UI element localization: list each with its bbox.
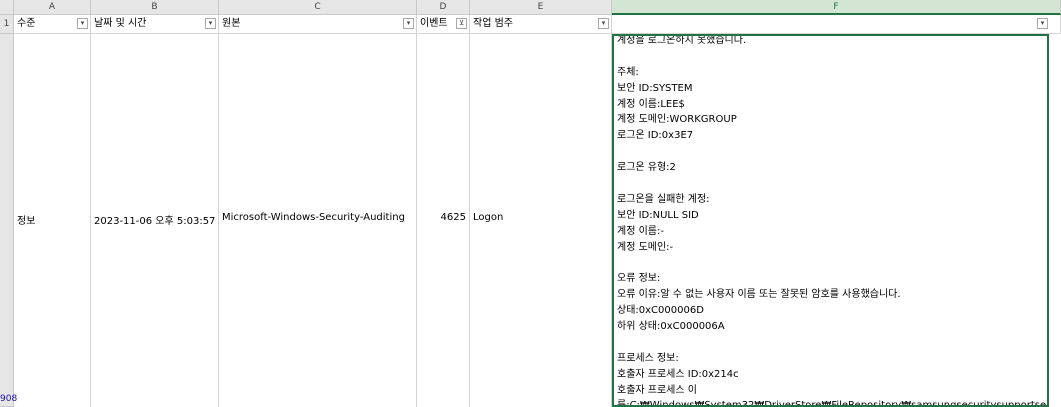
detail-line: 로그온을 실패한 계정:: [617, 193, 710, 205]
select-all-corner[interactable]: [0, 0, 14, 15]
cell-event-id[interactable]: 4625: [417, 34, 470, 407]
cell-source[interactable]: Microsoft-Windows-Security-Auditing: [219, 34, 417, 407]
detail-line: 보안 ID:NULL SID: [617, 209, 699, 221]
detail-line: 계정 도메인:WORKGROUP: [617, 114, 737, 126]
detail-line: 상태:0xC000006D: [617, 305, 704, 317]
header-cell-level[interactable]: 수준 ▾: [14, 15, 91, 34]
column-header-d[interactable]: D: [417, 0, 470, 15]
detail-line: [617, 176, 1037, 192]
header-cell-detail[interactable]: ▾: [612, 15, 1061, 34]
cell-text: Microsoft-Windows-Security-Auditing: [222, 212, 405, 223]
detail-line: 름:C:₩Windows₩System32₩DriverStore₩FileRe…: [617, 400, 1047, 407]
chevron-down-icon[interactable]: ▾: [1037, 18, 1048, 29]
detail-line: 로그온 ID:0x3E7: [617, 130, 694, 142]
chevron-down-icon[interactable]: ▾: [403, 18, 414, 29]
header-label: 날짜 및 시간: [94, 18, 147, 29]
cell-text: 정보: [17, 216, 36, 227]
header-cell-datetime[interactable]: 날짜 및 시간 ▾: [91, 15, 219, 34]
header-cell-category[interactable]: 작업 범주 ▾: [470, 15, 612, 34]
detail-line: [617, 255, 1037, 271]
detail-line: 프로세스 정보:: [617, 352, 679, 364]
detail-line: [617, 49, 1037, 65]
detail-line: 오류 정보:: [617, 273, 661, 285]
cell-text: 2023-11-06 오후 5:03:57: [94, 216, 216, 227]
detail-line: 하위 상태:0xC000006A: [617, 321, 725, 333]
detail-line: 계정을 로그온하지 못했습니다.: [617, 35, 747, 46]
cell-text: 4625: [440, 212, 466, 223]
cell-g-partial[interactable]: [1049, 34, 1061, 407]
detail-line: 로그온 유형:2: [617, 162, 676, 174]
detail-line: 보안 ID:SYSTEM: [617, 82, 693, 94]
detail-line: 계정 도메인:-: [617, 241, 674, 253]
cell-level[interactable]: 정보: [14, 34, 91, 407]
detail-line: [617, 335, 1037, 351]
cell-text: Logon: [473, 212, 504, 223]
row-number-1[interactable]: 1: [0, 15, 14, 34]
header-label: 원본: [222, 18, 241, 29]
cell-category[interactable]: Logon: [470, 34, 612, 407]
header-label: 작업 범주: [473, 18, 513, 29]
detail-text: 계정을 로그온하지 못했습니다. 주체: 보안 ID:SYSTEM 계정 이름:LEE…: [617, 35, 1047, 407]
detail-line: [617, 144, 1037, 160]
row-number-2[interactable]: 908: [0, 34, 17, 407]
cell-datetime[interactable]: 2023-11-06 오후 5:03:57: [91, 34, 219, 407]
column-header-c[interactable]: C: [219, 0, 417, 15]
cell-detail-selected[interactable]: 계정을 로그온하지 못했습니다. 주체: 보안 ID:SYSTEM 계정 이름:LEE…: [612, 34, 1049, 407]
header-cell-event[interactable]: 이벤트 ⊻: [417, 15, 470, 34]
chevron-down-icon[interactable]: ▾: [205, 18, 216, 29]
detail-line: 주체:: [617, 66, 639, 78]
detail-line: 계정 이름:LEE$: [617, 98, 685, 110]
column-header-e[interactable]: E: [470, 0, 612, 15]
header-label: 수준: [17, 18, 36, 29]
column-header-f[interactable]: F: [612, 0, 1061, 15]
chevron-down-icon[interactable]: ▾: [77, 18, 88, 29]
column-header-a[interactable]: A: [14, 0, 91, 15]
detail-line: 호출자 프로세스 ID:0x214c: [617, 368, 739, 380]
detail-line: 계정 이름:-: [617, 225, 664, 237]
header-cell-source[interactable]: 원본 ▾: [219, 15, 417, 34]
filter-icon[interactable]: ⊻: [456, 18, 467, 29]
header-label: 이벤트: [420, 18, 448, 29]
detail-line: 호출자 프로세스 이: [617, 384, 697, 396]
chevron-down-icon[interactable]: ▾: [598, 18, 609, 29]
column-header-b[interactable]: B: [91, 0, 219, 15]
detail-line: 오류 이유:알 수 없는 사용자 이름 또는 잘못된 암호를 사용했습니다.: [617, 289, 901, 301]
